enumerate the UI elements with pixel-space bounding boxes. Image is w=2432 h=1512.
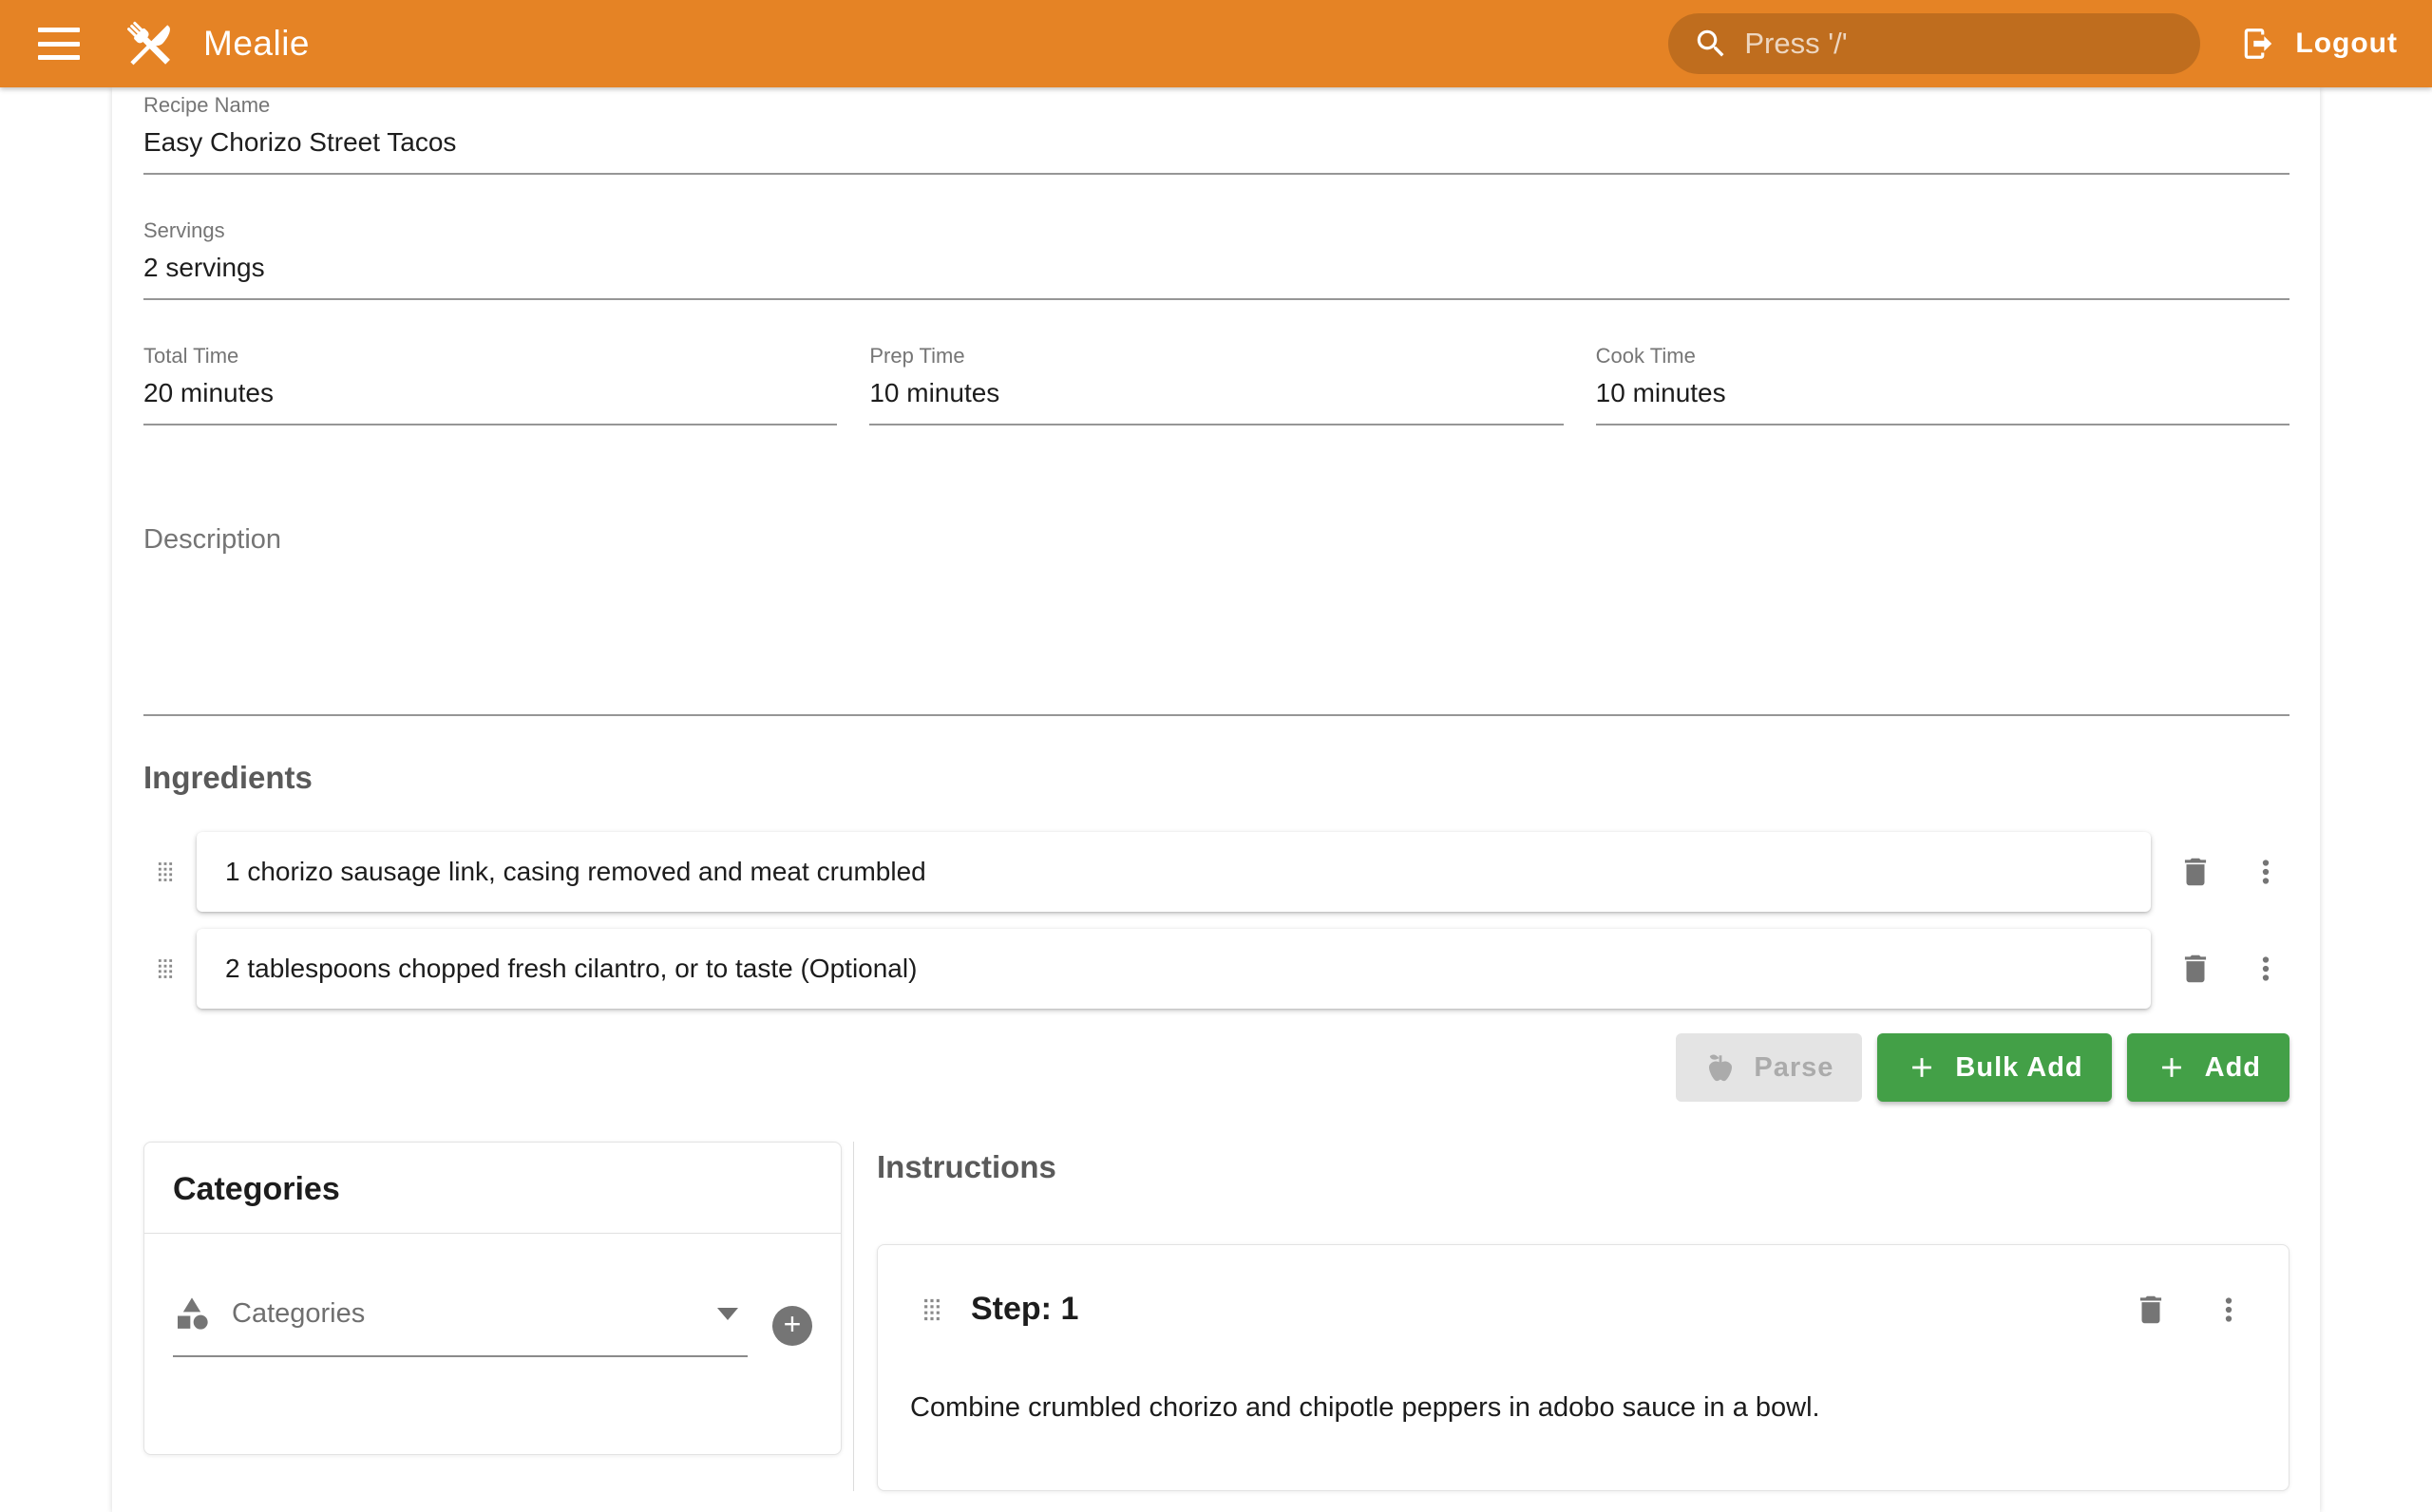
delete-ingredient-button[interactable] xyxy=(2177,854,2214,890)
logout-button[interactable]: Logout xyxy=(2240,26,2398,62)
prep-time-input[interactable] xyxy=(869,369,1563,425)
trash-icon xyxy=(2177,951,2214,987)
recipe-editor-sheet: Recipe Name Servings Total Time Prep Tim… xyxy=(112,87,2320,1512)
dots-vertical-icon xyxy=(2248,951,2284,987)
dots-vertical-icon xyxy=(2211,1292,2247,1328)
ingredient-input[interactable] xyxy=(225,954,2122,984)
plus-icon xyxy=(2156,1051,2188,1084)
step-text-input[interactable]: Combine crumbled chorizo and chipotle pe… xyxy=(910,1389,2254,1427)
instructions-heading: Instructions xyxy=(877,1149,2290,1185)
parse-button-label: Parse xyxy=(1754,1052,1834,1084)
step-menu-button[interactable] xyxy=(2211,1292,2247,1328)
drag-handle-icon[interactable] xyxy=(143,953,187,985)
search-icon xyxy=(1693,26,1729,62)
trash-icon xyxy=(2133,1292,2169,1328)
total-time-field-block: Total Time xyxy=(143,344,837,425)
categories-select[interactable]: Categories xyxy=(173,1295,748,1357)
recipe-name-input[interactable] xyxy=(143,118,2290,175)
total-time-label: Total Time xyxy=(143,344,837,369)
ingredient-input[interactable] xyxy=(225,857,2122,887)
ingredient-card xyxy=(197,832,2151,912)
categories-column: Categories Categories + xyxy=(143,1142,854,1491)
categories-heading: Categories xyxy=(144,1143,841,1233)
cook-time-field-block: Cook Time xyxy=(1596,344,2290,425)
instructions-column: Instructions Step: 1 Combine crumbled ch… xyxy=(854,1142,2290,1491)
description-textarea[interactable]: Description xyxy=(143,524,2290,716)
search-bar[interactable] xyxy=(1668,13,2200,74)
delete-step-button[interactable] xyxy=(2133,1292,2169,1328)
recipe-name-field-block: Recipe Name xyxy=(143,93,2290,175)
total-time-input[interactable] xyxy=(143,369,837,425)
drag-handle-icon[interactable] xyxy=(910,1292,954,1328)
categories-select-row: Categories + xyxy=(173,1295,812,1357)
servings-field-block: Servings xyxy=(143,218,2290,300)
menu-hamburger-icon[interactable] xyxy=(38,28,80,60)
add-button-label: Add xyxy=(2205,1052,2261,1084)
categories-card: Categories Categories + xyxy=(143,1142,842,1455)
chevron-down-icon[interactable] xyxy=(717,1308,738,1320)
cook-time-input[interactable] xyxy=(1596,369,2290,425)
shapes-icon xyxy=(173,1295,211,1332)
divider xyxy=(144,1233,841,1234)
description-field-block: Description xyxy=(143,524,2290,716)
app-title[interactable]: Mealie xyxy=(203,24,310,64)
times-row: Total Time Prep Time Cook Time xyxy=(143,344,2290,425)
step-card: Step: 1 Combine crumbled chorizo and chi… xyxy=(877,1244,2290,1491)
plus-icon xyxy=(1906,1051,1938,1084)
cook-time-label: Cook Time xyxy=(1596,344,2290,369)
ingredient-menu-button[interactable] xyxy=(2248,854,2284,890)
search-input[interactable] xyxy=(1744,27,2176,61)
app-header: Mealie Logout xyxy=(0,0,2432,87)
ingredients-heading: Ingredients xyxy=(143,760,2290,796)
logout-icon xyxy=(2240,26,2276,62)
drag-handle-icon[interactable] xyxy=(143,856,187,888)
servings-label: Servings xyxy=(143,218,2290,243)
description-label: Description xyxy=(143,524,2290,556)
bulk-add-button-label: Bulk Add xyxy=(1955,1052,2082,1084)
servings-input[interactable] xyxy=(143,243,2290,300)
ingredient-row xyxy=(143,832,2290,912)
parse-button[interactable]: Parse xyxy=(1676,1033,1862,1102)
step-header: Step: 1 xyxy=(910,1291,2254,1328)
prep-time-field-block: Prep Time xyxy=(869,344,1563,425)
logout-label: Logout xyxy=(2295,28,2398,60)
ingredients-list xyxy=(143,832,2290,1009)
dots-vertical-icon xyxy=(2248,854,2284,890)
recipe-name-label: Recipe Name xyxy=(143,93,2290,118)
bulk-add-button[interactable]: Bulk Add xyxy=(1877,1033,2111,1102)
prep-time-label: Prep Time xyxy=(869,344,1563,369)
ingredient-row xyxy=(143,929,2290,1009)
categories-select-label: Categories xyxy=(232,1298,717,1330)
bottom-columns: Categories Categories + Instructions xyxy=(143,1142,2290,1491)
add-button[interactable]: Add xyxy=(2127,1033,2290,1102)
delete-ingredient-button[interactable] xyxy=(2177,951,2214,987)
mealie-logo-icon xyxy=(118,12,180,75)
trash-icon xyxy=(2177,854,2214,890)
ingredient-menu-button[interactable] xyxy=(2248,951,2284,987)
ingredient-card xyxy=(197,929,2151,1009)
step-title: Step: 1 xyxy=(971,1291,1078,1328)
add-category-button[interactable]: + xyxy=(772,1306,812,1346)
ingredients-actions-row: Parse Bulk Add Add xyxy=(143,1033,2290,1102)
apple-icon xyxy=(1704,1051,1737,1084)
